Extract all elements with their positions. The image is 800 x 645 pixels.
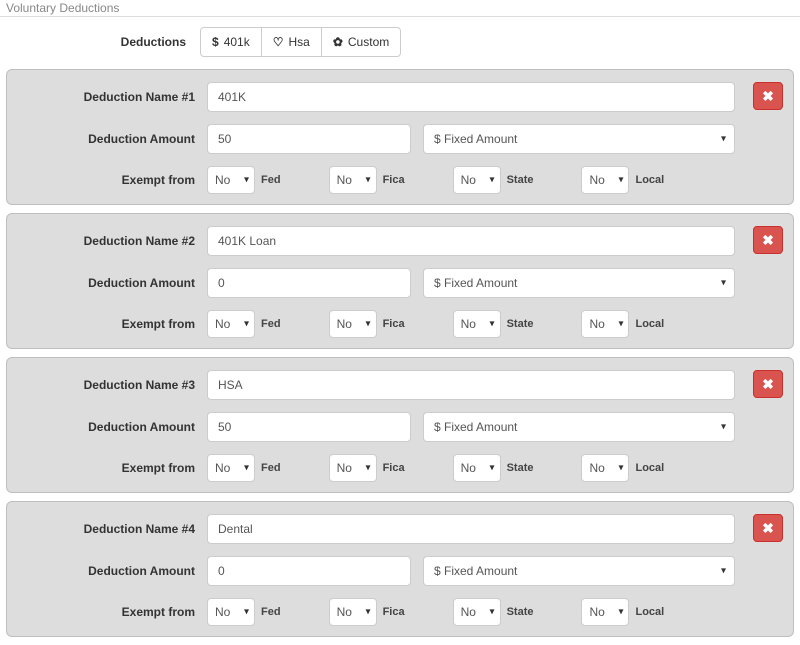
deduction-name-input[interactable]: [207, 82, 735, 112]
name-label: Deduction Name #4: [17, 522, 207, 536]
state-label: State: [507, 462, 534, 474]
exempt-row: No Fed No Fica No State No Local: [207, 166, 664, 194]
gear-icon: ✿: [333, 35, 343, 49]
amount-type-select[interactable]: $ Fixed Amount: [423, 268, 735, 298]
add-hsa-button[interactable]: ♡ Hsa: [262, 27, 322, 57]
deduction-amount-input[interactable]: [207, 124, 411, 154]
local-label: Local: [635, 606, 664, 618]
delete-button[interactable]: ✖: [753, 82, 783, 110]
name-label: Deduction Name #1: [17, 90, 207, 104]
deduction-amount-input[interactable]: [207, 412, 411, 442]
exempt-fed-select[interactable]: No: [207, 166, 255, 194]
amount-type-select[interactable]: $ Fixed Amount: [423, 412, 735, 442]
amount-type-selected: $ Fixed Amount: [434, 276, 517, 290]
name-label: Deduction Name #3: [17, 378, 207, 392]
exempt-local-select[interactable]: No: [581, 598, 629, 626]
amount-label: Deduction Amount: [17, 564, 207, 578]
local-label: Local: [635, 174, 664, 186]
delete-button[interactable]: ✖: [753, 514, 783, 542]
state-label: State: [507, 174, 534, 186]
deduction-amount-input[interactable]: [207, 268, 411, 298]
fica-label: Fica: [383, 606, 405, 618]
amount-type-select[interactable]: $ Fixed Amount: [423, 556, 735, 586]
section-title: Voluntary Deductions: [0, 0, 800, 17]
close-icon: ✖: [762, 233, 774, 247]
exempt-label: Exempt from: [17, 605, 207, 619]
fica-label: Fica: [383, 318, 405, 330]
fed-label: Fed: [261, 318, 281, 330]
exempt-local-select[interactable]: No: [581, 454, 629, 482]
amount-label: Deduction Amount: [17, 132, 207, 146]
deduction-panel: ✖ Deduction Name #3 Deduction Amount $ F…: [6, 357, 794, 493]
amount-type-select[interactable]: $ Fixed Amount: [423, 124, 735, 154]
exempt-fed-select[interactable]: No: [207, 310, 255, 338]
exempt-fed-select[interactable]: No: [207, 598, 255, 626]
toolbar-label: Deductions: [0, 35, 200, 49]
deduction-name-input[interactable]: [207, 226, 735, 256]
amount-type-selected: $ Fixed Amount: [434, 132, 517, 146]
exempt-label: Exempt from: [17, 461, 207, 475]
fica-label: Fica: [383, 174, 405, 186]
delete-button[interactable]: ✖: [753, 370, 783, 398]
local-label: Local: [635, 318, 664, 330]
btn-label: Hsa: [288, 35, 309, 49]
quick-add-group: $ 401k ♡ Hsa ✿ Custom: [200, 27, 401, 57]
btn-label: Custom: [348, 35, 389, 49]
btn-label: 401k: [224, 35, 250, 49]
amount-label: Deduction Amount: [17, 276, 207, 290]
exempt-row: No Fed No Fica No State No Local: [207, 454, 664, 482]
exempt-fica-select[interactable]: No: [329, 310, 377, 338]
exempt-state-select[interactable]: No: [453, 166, 501, 194]
exempt-fica-select[interactable]: No: [329, 598, 377, 626]
heart-icon: ♡: [273, 35, 284, 49]
fed-label: Fed: [261, 462, 281, 474]
exempt-fed-select[interactable]: No: [207, 454, 255, 482]
exempt-row: No Fed No Fica No State No Local: [207, 310, 664, 338]
local-label: Local: [635, 462, 664, 474]
deduction-panel: ✖ Deduction Name #1 Deduction Amount $ F…: [6, 69, 794, 205]
close-icon: ✖: [762, 521, 774, 535]
exempt-row: No Fed No Fica No State No Local: [207, 598, 664, 626]
amount-label: Deduction Amount: [17, 420, 207, 434]
exempt-label: Exempt from: [17, 317, 207, 331]
fed-label: Fed: [261, 174, 281, 186]
delete-button[interactable]: ✖: [753, 226, 783, 254]
close-icon: ✖: [762, 377, 774, 391]
deduction-name-input[interactable]: [207, 514, 735, 544]
add-401k-button[interactable]: $ 401k: [200, 27, 262, 57]
fica-label: Fica: [383, 462, 405, 474]
deduction-name-input[interactable]: [207, 370, 735, 400]
exempt-label: Exempt from: [17, 173, 207, 187]
name-label: Deduction Name #2: [17, 234, 207, 248]
exempt-state-select[interactable]: No: [453, 454, 501, 482]
exempt-state-select[interactable]: No: [453, 598, 501, 626]
state-label: State: [507, 318, 534, 330]
amount-type-selected: $ Fixed Amount: [434, 564, 517, 578]
deduction-panel: ✖ Deduction Name #2 Deduction Amount $ F…: [6, 213, 794, 349]
exempt-local-select[interactable]: No: [581, 310, 629, 338]
amount-type-selected: $ Fixed Amount: [434, 420, 517, 434]
exempt-state-select[interactable]: No: [453, 310, 501, 338]
close-icon: ✖: [762, 89, 774, 103]
fed-label: Fed: [261, 606, 281, 618]
deduction-panel: ✖ Deduction Name #4 Deduction Amount $ F…: [6, 501, 794, 637]
deduction-amount-input[interactable]: [207, 556, 411, 586]
exempt-fica-select[interactable]: No: [329, 166, 377, 194]
exempt-local-select[interactable]: No: [581, 166, 629, 194]
exempt-fica-select[interactable]: No: [329, 454, 377, 482]
deductions-toolbar: Deductions $ 401k ♡ Hsa ✿ Custom: [0, 27, 800, 57]
state-label: State: [507, 606, 534, 618]
add-custom-button[interactable]: ✿ Custom: [322, 27, 401, 57]
dollar-icon: $: [212, 35, 219, 49]
